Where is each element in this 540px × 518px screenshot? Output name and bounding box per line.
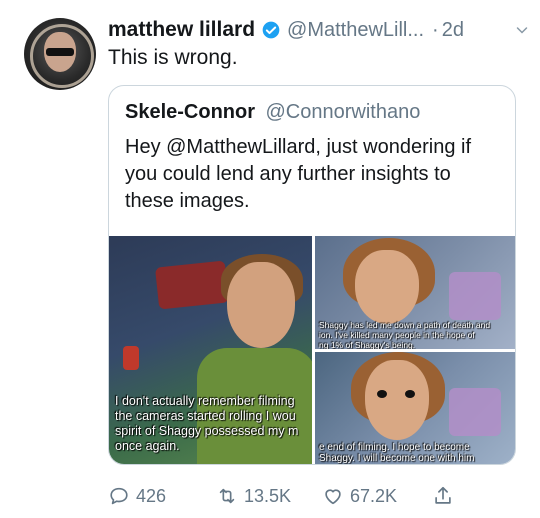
background-monitor <box>449 388 501 436</box>
share-button[interactable] <box>432 485 460 507</box>
chevron-down-icon[interactable] <box>516 24 528 36</box>
retweet-button[interactable]: 13.5K <box>216 485 291 507</box>
quoted-tweet[interactable]: Skele-Connor @Connorwithano Hey @Matthew… <box>108 85 516 465</box>
retweet-icon <box>219 488 235 504</box>
like-icon <box>325 489 341 505</box>
person-face <box>227 262 295 348</box>
like-count: 67.2K <box>350 485 398 506</box>
separator-dot: · <box>432 18 439 41</box>
image-caption: e end of filming. I hope to become Shagg… <box>319 442 475 464</box>
reply-icon <box>110 487 128 505</box>
tweet-actions: 426 13.5K 67.2K <box>108 484 518 508</box>
quoted-author-name: Skele-Connor <box>125 101 256 123</box>
like-button[interactable]: 67.2K <box>322 485 397 507</box>
retweet-count: 13.5K <box>244 485 292 506</box>
quoted-tweet-header: Skele-Connor @Connorwithano <box>125 101 420 124</box>
dark-eyes <box>377 390 415 398</box>
author-handle[interactable]: @MatthewLill... <box>287 19 424 42</box>
background-light <box>123 346 139 370</box>
image-caption: I don't actually remember filming the ca… <box>115 394 299 453</box>
share-icon <box>435 486 451 504</box>
person-face <box>355 250 419 324</box>
tweet-header: matthew lillard @MatthewLill... · 2d <box>108 16 528 44</box>
reply-button[interactable]: 426 <box>108 485 166 507</box>
background-sign <box>154 260 230 310</box>
quoted-media-grid: I don't actually remember filming the ca… <box>109 236 515 464</box>
avatar-sunglasses <box>46 48 74 56</box>
tweet-timestamp[interactable]: 2d <box>442 19 464 42</box>
author-name[interactable]: matthew lillard <box>108 18 255 42</box>
quoted-tweet-text: Hey @MatthewLillard, just wondering if y… <box>125 136 472 212</box>
verified-icon <box>262 21 280 39</box>
background-monitor <box>449 272 501 320</box>
image-caption: Shaggy has led me down a path of death a… <box>319 320 491 349</box>
person-face <box>365 360 429 440</box>
tweet-text: This is wrong. <box>108 46 238 69</box>
media-image-3[interactable]: e end of filming. I hope to become Shagg… <box>315 352 515 464</box>
reply-count: 426 <box>136 485 167 506</box>
avatar[interactable] <box>24 18 96 90</box>
quoted-author-handle: @Connorwithano <box>265 101 421 123</box>
media-image-2[interactable]: Shaggy has led me down a path of death a… <box>315 236 515 349</box>
media-image-1[interactable]: I don't actually remember filming the ca… <box>109 236 312 464</box>
